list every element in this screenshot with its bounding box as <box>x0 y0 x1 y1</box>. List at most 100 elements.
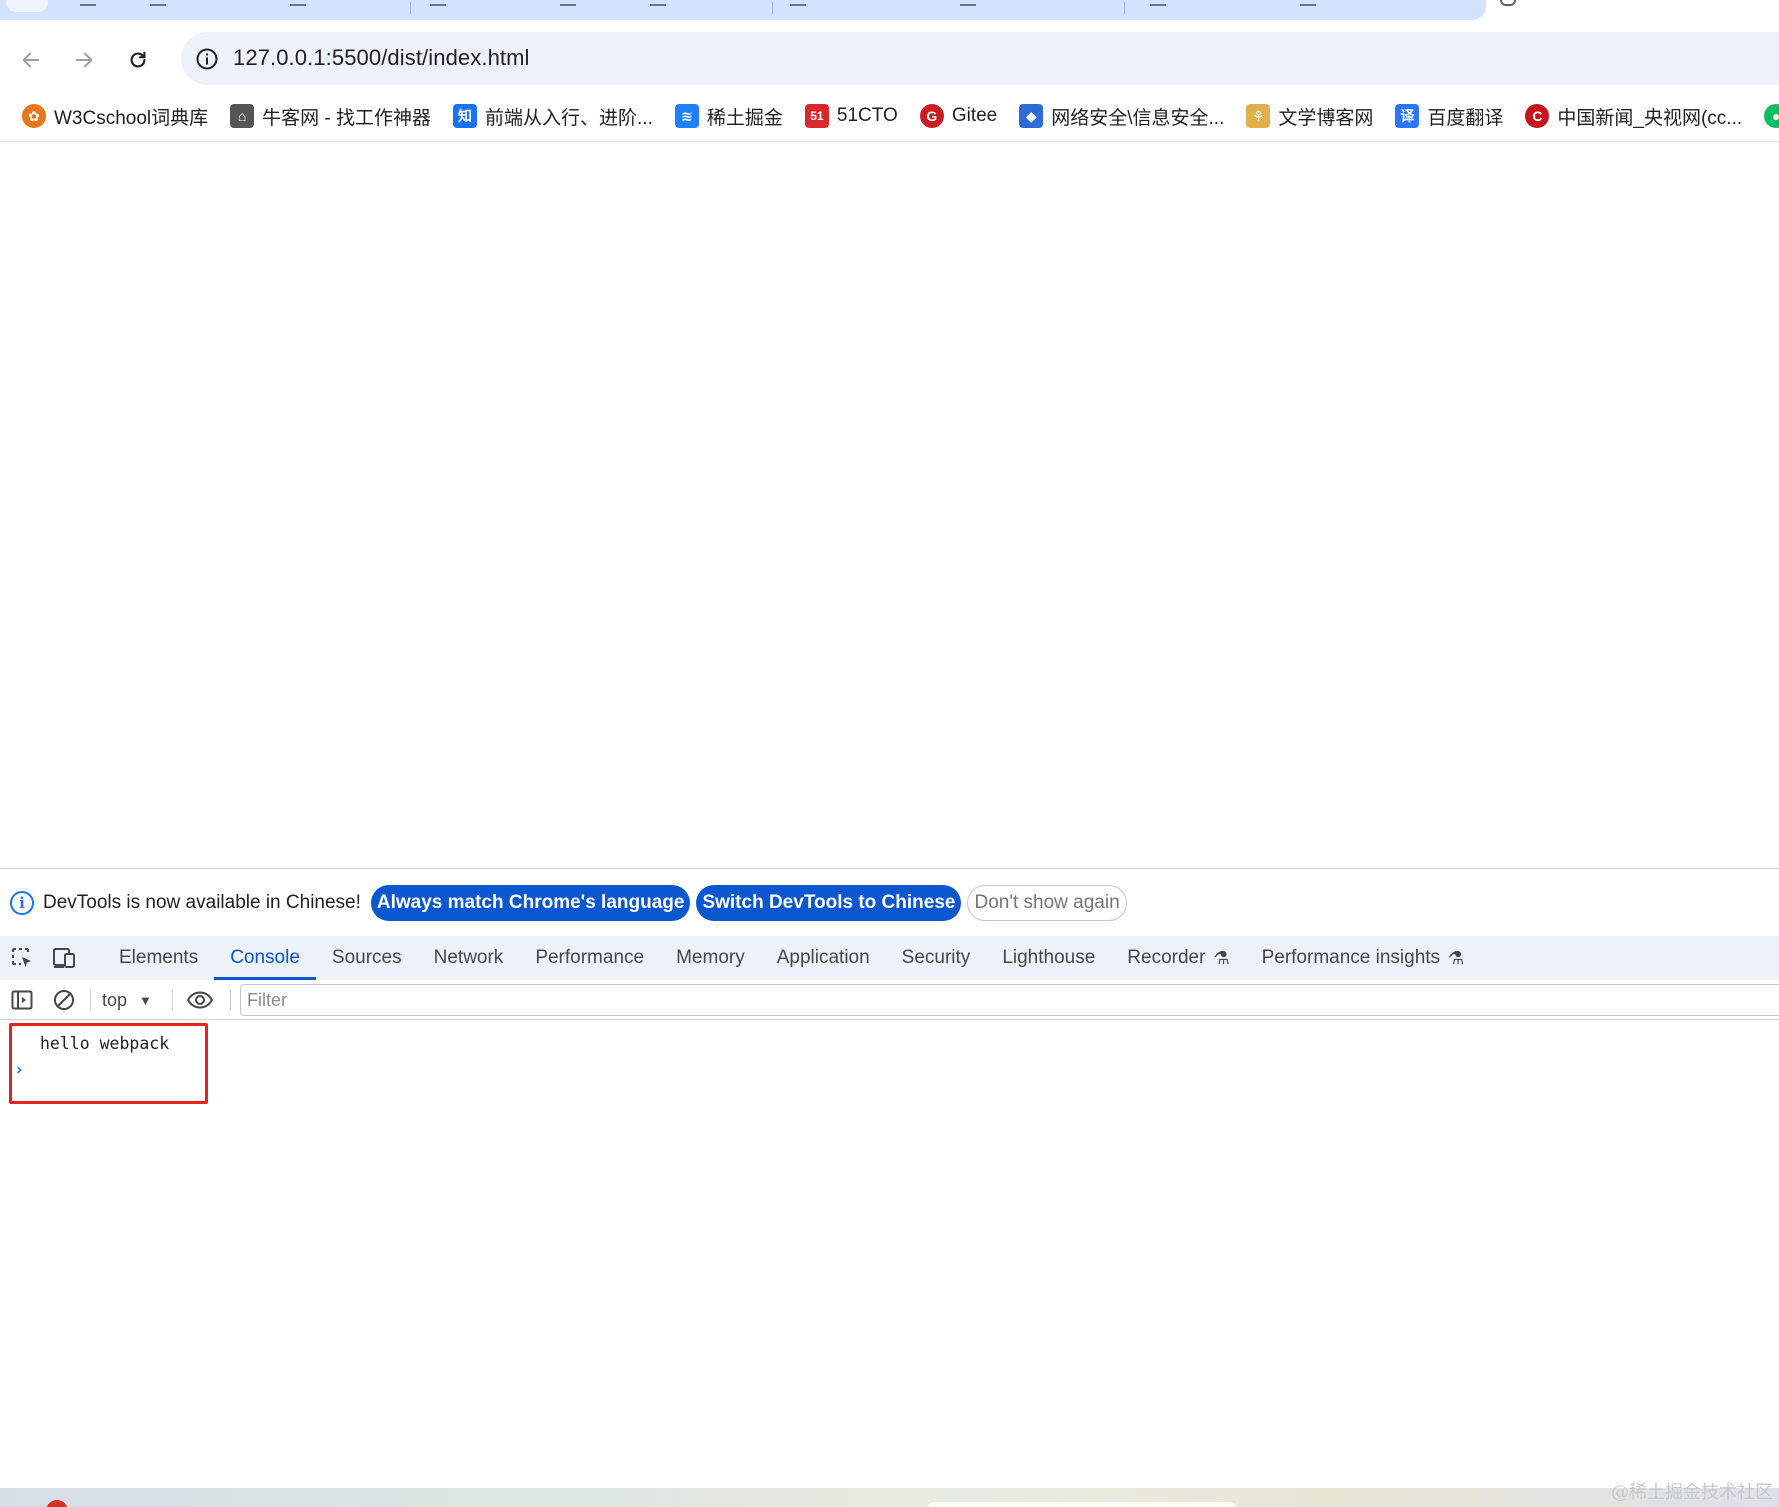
bookmark-label: 百度翻译 <box>1427 107 1504 129</box>
tab-label: Application <box>776 947 870 968</box>
tab-application[interactable]: Application <box>761 936 886 980</box>
bookmark-item[interactable]: 译百度翻译 <box>1387 98 1511 134</box>
device-mode-icon <box>53 948 75 968</box>
tab-label: Sources <box>331 947 402 968</box>
bookmark-item[interactable]: ⌂ 牛客网 - 找工作神器 <box>222 98 439 134</box>
arrow-left-icon <box>22 52 40 68</box>
tab-security[interactable]: Security <box>886 936 987 980</box>
tab-performance-insights[interactable]: Performance insights ⚗ <box>1246 936 1481 980</box>
bookmark-label: 网络安全\信息安全... <box>1051 107 1225 129</box>
browser-tab[interactable] <box>960 0 976 6</box>
reload-button[interactable] <box>120 42 156 78</box>
51cto-icon: 51 <box>804 104 829 128</box>
clear-console-button[interactable] <box>50 986 78 1014</box>
bookmark-label: 文学博客网 <box>1278 107 1374 129</box>
tab-label: Elements <box>119 947 199 968</box>
page-viewport <box>0 142 1779 868</box>
bookmark-item[interactable]: ◆ 网络安全\信息安全... <box>1011 98 1232 134</box>
toolbar-divider <box>90 989 91 1011</box>
arrow-right-icon <box>75 52 93 68</box>
tab-elements[interactable]: Elements <box>103 936 214 980</box>
browser-tab[interactable] <box>560 0 576 6</box>
tab-separator <box>1124 2 1125 14</box>
bookmark-label: W3Cschool词典库 <box>54 107 209 129</box>
bookmark-item[interactable]: 知前端从入行、进阶... <box>445 98 661 134</box>
inspect-element-button[interactable] <box>8 944 36 972</box>
browser-tab-active[interactable] <box>6 0 48 12</box>
select-element-icon <box>12 948 31 967</box>
always-match-language-button[interactable]: Always match Chrome's language <box>370 885 691 921</box>
bookmark-item[interactable]: ✿ W3Cschool词典库 <box>14 98 216 134</box>
sidebar-toggle-icon <box>11 990 33 1010</box>
site-info-button[interactable] <box>189 41 225 77</box>
bookmark-item[interactable]: G Gitee <box>912 98 1005 134</box>
url-text[interactable]: 127.0.0.1:5500/dist/index.html <box>233 45 530 71</box>
devtools-panel: i DevTools is now available in Chinese! … <box>0 868 1779 1489</box>
tab-sources[interactable]: Sources <box>316 936 418 980</box>
taskbar-search[interactable] <box>928 1502 1236 1507</box>
browser-tab[interactable] <box>1150 0 1166 6</box>
tab-performance[interactable]: Performance <box>519 936 660 980</box>
bookmark-item[interactable]: ≋ 稀土掘金 <box>667 98 791 134</box>
bookmark-label: 牛客网 - 找工作神器 <box>262 107 432 129</box>
eye-icon <box>186 991 214 1009</box>
w3cschool-icon: ✿ <box>22 104 46 128</box>
tab-memory[interactable]: Memory <box>660 936 761 980</box>
gitee-icon: G <box>919 104 944 128</box>
clear-icon <box>54 990 74 1010</box>
tab-label: Network <box>433 947 504 968</box>
tab-console[interactable]: Console <box>214 936 316 980</box>
tab-strip <box>0 0 1779 28</box>
browser-tab[interactable] <box>150 0 166 6</box>
browser-tab[interactable] <box>290 0 306 6</box>
zhihu-icon: 知 <box>453 104 478 128</box>
devtools-tabbar: Elements Console Sources Network Performance… <box>0 936 1779 980</box>
execution-context-select[interactable]: top ▼ <box>102 986 152 1014</box>
bookmark-item[interactable]: 51 51CTO <box>797 98 906 134</box>
tab-separator <box>410 2 411 14</box>
live-expression-button[interactable] <box>186 986 214 1014</box>
tab-label: Recorder <box>1127 947 1206 968</box>
address-bar[interactable]: 127.0.0.1:5500/dist/index.html <box>181 32 1779 85</box>
console-prompt-icon[interactable]: › <box>14 1060 24 1080</box>
console-output: hello webpack › <box>0 1020 1779 1489</box>
tab-recorder[interactable]: Recorder ⚗ <box>1111 936 1245 980</box>
switch-devtools-chinese-button[interactable]: Switch DevTools to Chinese <box>696 885 962 921</box>
console-filter-input[interactable] <box>240 984 1779 1016</box>
dont-show-again-button[interactable]: Don't show again <box>967 885 1127 921</box>
cctv-icon: C <box>1525 104 1550 128</box>
baidu-translate-icon: 译 <box>1395 104 1420 128</box>
wenxue-icon: ⚘ <box>1246 104 1271 128</box>
back-button[interactable] <box>13 42 49 78</box>
bookmark-item[interactable]: ⚘ 文学博客网 <box>1238 98 1381 134</box>
tab-label: Lighthouse <box>1002 947 1096 968</box>
bookmark-item[interactable]: ● <box>1756 98 1779 134</box>
wechat-icon: ● <box>1764 104 1779 128</box>
context-value: top <box>102 989 128 1010</box>
taskbar-app-icon[interactable] <box>46 1500 68 1507</box>
tab-lighthouse[interactable]: Lighthouse <box>986 936 1111 980</box>
browser-tab[interactable] <box>650 0 666 6</box>
watermark: @稀土掘金技术社区 <box>1611 1482 1773 1503</box>
tab-separator <box>772 2 773 14</box>
forward-button[interactable] <box>66 42 102 78</box>
show-sidebar-button[interactable] <box>8 986 36 1014</box>
toolbar-divider <box>172 989 173 1011</box>
bookmark-label: 中国新闻_央视网(cc... <box>1557 107 1743 129</box>
info-circle-icon <box>196 48 218 70</box>
nowcoder-icon: ⌂ <box>230 104 255 128</box>
bookmark-label: 51CTO <box>836 105 898 126</box>
device-toolbar-button[interactable] <box>50 944 78 972</box>
juejin-icon: ≋ <box>674 104 699 128</box>
bookmark-item[interactable]: C 中国新闻_央视网(cc... <box>1517 98 1750 134</box>
browser-tab[interactable] <box>430 0 446 6</box>
taskbar-strip <box>0 1488 1779 1507</box>
browser-tab[interactable] <box>80 0 96 6</box>
tab-network[interactable]: Network <box>418 936 520 980</box>
browser-tab[interactable] <box>1300 0 1316 6</box>
tab-search-icon[interactable] <box>1500 0 1516 6</box>
experiment-flask-icon: ⚗ <box>1448 947 1465 968</box>
browser-tab[interactable] <box>790 0 806 6</box>
bookmark-label: Gitee <box>951 105 998 126</box>
tab-label: Security <box>901 947 971 968</box>
